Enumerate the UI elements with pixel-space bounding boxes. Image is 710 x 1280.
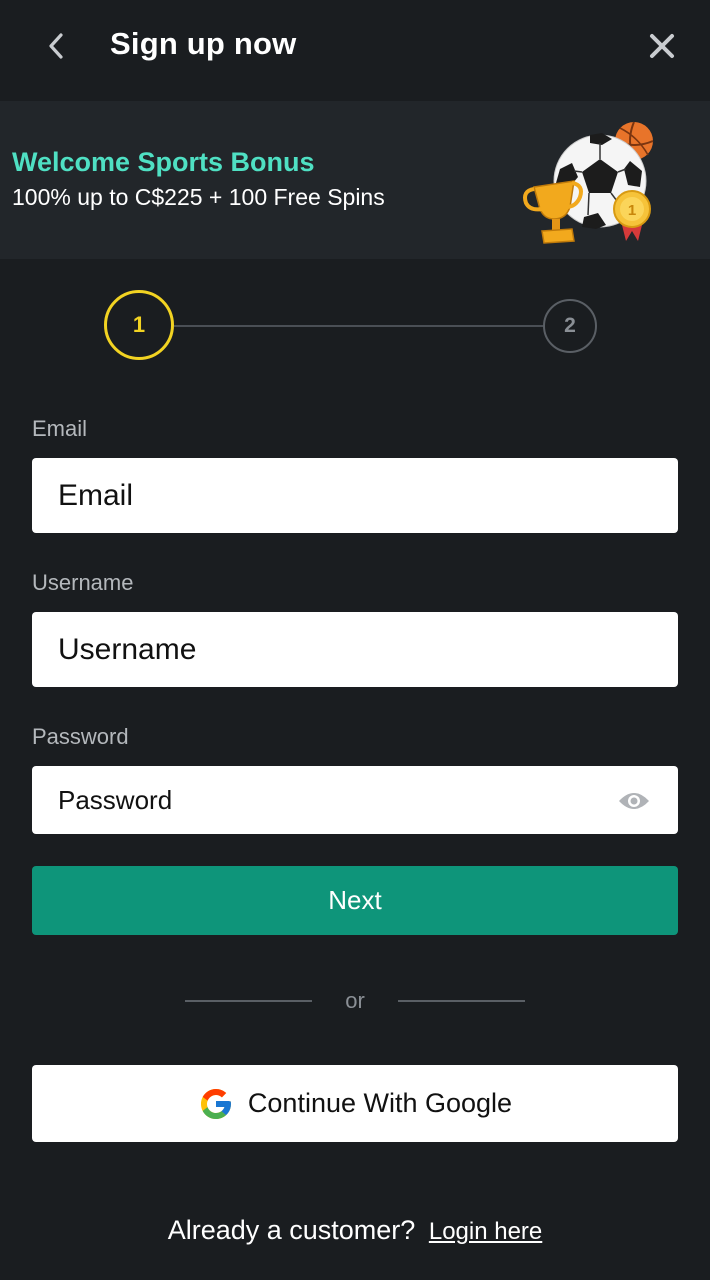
chevron-left-icon bbox=[49, 33, 63, 59]
page-title: Sign up now bbox=[110, 26, 297, 61]
login-link[interactable]: Login here bbox=[429, 1218, 542, 1245]
next-button[interactable]: Next bbox=[32, 866, 678, 935]
divider-right bbox=[398, 1000, 525, 1002]
step-1-active: 1 bbox=[104, 290, 174, 360]
google-icon bbox=[200, 1088, 231, 1119]
or-divider-text: or bbox=[345, 988, 365, 1013]
svg-text:1: 1 bbox=[628, 202, 636, 219]
back-button[interactable] bbox=[36, 26, 76, 66]
close-icon bbox=[650, 34, 674, 58]
email-field[interactable] bbox=[32, 458, 678, 533]
username-field[interactable] bbox=[32, 612, 678, 687]
close-button[interactable] bbox=[644, 28, 680, 64]
sports-trophy-ball-icon: 1 bbox=[523, 121, 654, 244]
step-2-inactive: 2 bbox=[543, 299, 597, 353]
login-prompt: Already a customer? Login here bbox=[0, 1215, 710, 1246]
google-button-label: Continue With Google bbox=[247, 1088, 513, 1118]
password-label: Password bbox=[32, 724, 129, 749]
step-connector bbox=[174, 325, 544, 327]
header: Sign up now bbox=[0, 0, 710, 100]
eye-icon bbox=[619, 793, 649, 809]
toggle-password-visibility-button[interactable] bbox=[614, 784, 654, 818]
username-label: Username bbox=[32, 570, 134, 595]
signup-screen: Sign up now Welcome Sports Bonus 100% up… bbox=[0, 0, 710, 1280]
bonus-title: Welcome Sports Bonus bbox=[12, 147, 315, 177]
bonus-banner: Welcome Sports Bonus 100% up to C$225 + … bbox=[0, 101, 710, 259]
already-customer-text: Already a customer? bbox=[167, 1215, 416, 1245]
email-label: Email bbox=[32, 416, 88, 441]
bonus-subtitle: 100% up to C$225 + 100 Free Spins bbox=[12, 184, 385, 210]
password-field[interactable] bbox=[32, 766, 678, 834]
step-indicator: 1 2 bbox=[0, 288, 710, 364]
continue-with-google-button[interactable]: Continue With Google bbox=[32, 1065, 678, 1142]
